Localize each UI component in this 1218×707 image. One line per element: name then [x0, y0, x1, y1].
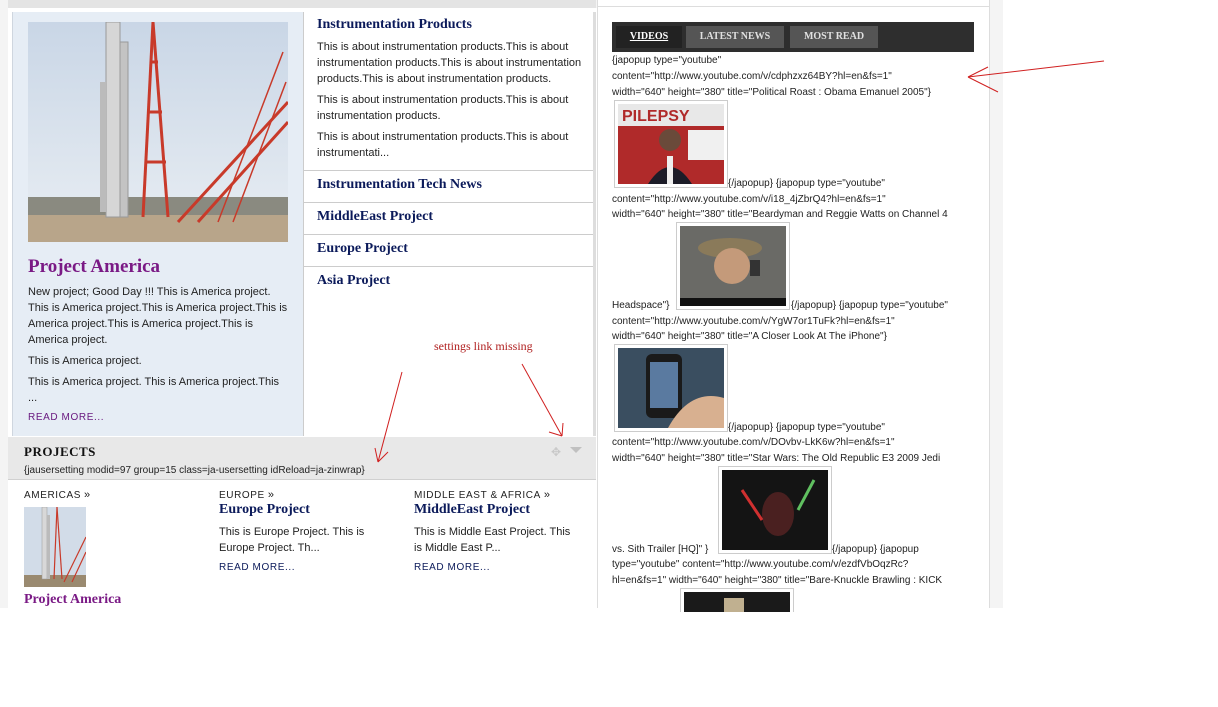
- annotation-arrow: [967, 60, 1105, 78]
- page: Project America New project; Good Day !!…: [0, 0, 1218, 707]
- annotation-arrows: [374, 60, 1105, 463]
